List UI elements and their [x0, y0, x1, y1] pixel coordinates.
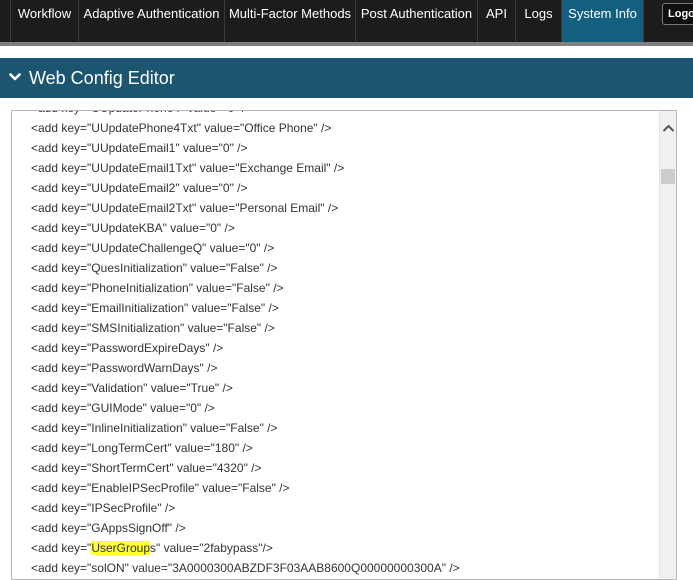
config-editor-textarea[interactable]: <add key="UUpdatePhone4" value="0" /> <a… — [11, 110, 677, 580]
nav-item-label: API — [486, 6, 507, 21]
nav-item-system-info[interactable]: System Info — [562, 0, 644, 42]
editor-line: <add key="Validation" value="True" /> — [31, 381, 233, 395]
nav-item-adaptive-authentication[interactable]: Adaptive Authentication — [79, 0, 225, 42]
editor-line-highlighted: <add key="UserGroups" value="2fabypass"/… — [31, 538, 460, 558]
editor-line: <add key="UUpdateEmail2" value="0" /> — [31, 181, 248, 195]
nav-underline — [0, 42, 693, 46]
nav-item-label: Adaptive Authentication — [83, 6, 220, 21]
nav-item-logs[interactable]: Logs — [516, 0, 562, 42]
logout-button[interactable]: Logout — [662, 3, 693, 25]
search-highlight: UserGroup — [91, 541, 150, 555]
editor-line: <add key="QuesInitialization" value="Fal… — [31, 261, 278, 275]
editor-line: <add key="EmailInitialization" value="Fa… — [31, 301, 279, 315]
editor-line: <add key="UUpdateEmail2Txt" value="Perso… — [31, 201, 339, 215]
panel-title: Web Config Editor — [29, 68, 175, 88]
editor-line: <add key="GAppsSignOff" /> — [31, 521, 186, 535]
chevron-down-icon[interactable] — [9, 71, 21, 83]
editor-line: <add key="PhoneInitialization" value="Fa… — [31, 281, 284, 295]
nav-item-api[interactable]: API — [478, 0, 516, 42]
editor-line: <add key="UUpdateKBA" value="0" /> — [31, 221, 235, 235]
nav-item-label: System Info — [568, 6, 637, 21]
editor-lines: <add key="UUpdatePhone4" value="0" /> <a… — [31, 111, 460, 578]
editor-line: <add key="UUpdatePhone4Txt" value="Offic… — [31, 121, 332, 135]
line-prefix: <add key=" — [31, 541, 92, 555]
nav-item-left-edge[interactable] — [0, 0, 11, 42]
editor-line: <add key="InlineInitialization" value="F… — [31, 421, 278, 435]
editor-line: <add key="ShortTermCert" value="4320" /> — [31, 461, 262, 475]
editor-line: <add key="SMSInitialization" value="Fals… — [31, 321, 275, 335]
editor-line: <add key="LongTermCert" value="180" /> — [31, 441, 253, 455]
nav-item-workflow[interactable]: Workflow — [11, 0, 79, 42]
vertical-scrollbar[interactable] — [659, 111, 676, 579]
editor-line: <add key="UUpdateEmail1Txt" value="Excha… — [31, 161, 345, 175]
editor-line: <add key="GUIMode" value="0" /> — [31, 401, 215, 415]
editor-line: <add key="PasswordWarnDays" /> — [31, 361, 218, 375]
editor-line: <add key="IPSecProfile" /> — [31, 501, 176, 515]
nav-item-label: Logs — [524, 6, 553, 21]
nav-item-post-authentication[interactable]: Post Authentication — [356, 0, 478, 42]
editor-line: <add key="UUpdatePhone4" value="0" /> — [31, 111, 460, 118]
editor-line: <add key="PasswordExpireDays" /> — [31, 341, 224, 355]
nav-item-label: Workflow — [17, 6, 72, 21]
line-suffix: s" value="2fabypass"/> — [150, 541, 273, 555]
editor-line: <add key="UUpdateEmail1" value="0" /> — [31, 141, 248, 155]
nav-item-multi-factor-methods[interactable]: Multi-Factor Methods — [225, 0, 356, 42]
editor-line: <add key="UUpdateChallengeQ" value="0" /… — [31, 241, 275, 255]
scroll-thumb[interactable] — [661, 169, 675, 184]
panel-header[interactable]: Web Config Editor — [0, 58, 693, 98]
editor-line: <add key="solON" value="3A0000300ABZDF3F… — [31, 561, 460, 575]
top-nav: Workflow Adaptive Authentication Multi-F… — [0, 0, 693, 42]
nav-item-label: Multi-Factor Methods — [228, 6, 352, 21]
nav-item-label: Post Authentication — [360, 6, 473, 21]
editor-line: <add key="EnableIPSecProfile" value="Fal… — [31, 481, 290, 495]
scroll-up-arrow-icon[interactable] — [660, 121, 677, 137]
